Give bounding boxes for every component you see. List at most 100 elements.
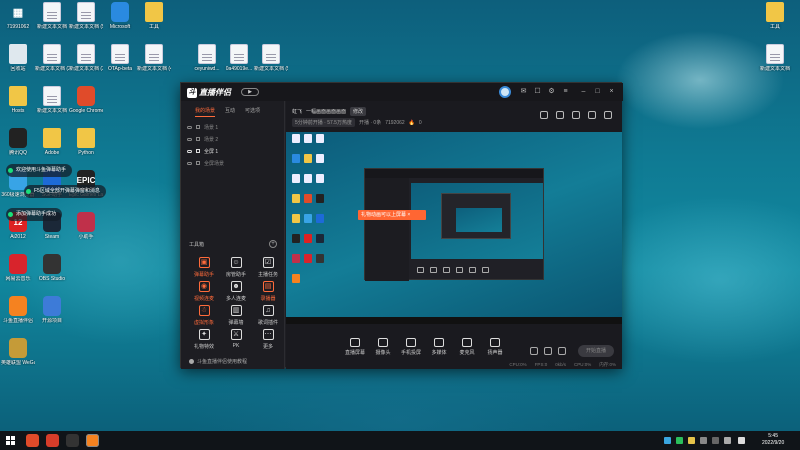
edit-title-button[interactable]: 修改	[350, 107, 367, 116]
desktop-icon[interactable]: 0a49019e...	[222, 44, 256, 72]
skin-icon[interactable]: ☐	[533, 87, 542, 96]
tab-options[interactable]: 可选项	[245, 107, 260, 117]
control-5[interactable]: 麦克风	[456, 338, 478, 356]
tool-10[interactable]: ✦ 礼物特效	[191, 329, 217, 350]
tutorial-link[interactable]: 斗鱼直播伴侣使用教程	[189, 358, 247, 365]
eye-icon[interactable]	[187, 149, 192, 153]
ime-icon[interactable]	[738, 437, 745, 444]
scene-item[interactable]: 全屏场景	[187, 159, 279, 167]
maximize-button[interactable]: □	[593, 87, 602, 96]
scene-item[interactable]: 场景 1	[187, 123, 279, 131]
message-icon[interactable]: ✉	[519, 87, 528, 96]
share-icon[interactable]	[604, 111, 612, 119]
desktop-icon[interactable]: 新建文本文档 (5)	[254, 44, 288, 72]
tool-4[interactable]: ◉ 视频连麦	[191, 281, 217, 302]
gift-animation-popup[interactable]: 礼物动画可以上屏幕 ×	[358, 210, 426, 220]
avatar[interactable]	[499, 86, 511, 98]
desktop-icon[interactable]: 新建文本文档 (2)	[35, 44, 69, 72]
desktop-icon[interactable]: OBS Studio	[35, 254, 69, 282]
volume-icon[interactable]	[724, 437, 731, 444]
notification-toast[interactable]: 添加弹幕助手成功	[6, 208, 63, 221]
control-4[interactable]: 多媒体	[428, 338, 450, 356]
lock-icon[interactable]	[196, 125, 200, 129]
gear-icon[interactable]	[558, 347, 566, 355]
start-live-button[interactable]: 开始直播	[578, 345, 614, 357]
desktop-icon[interactable]: ceyuniwd...	[190, 44, 224, 72]
record-icon[interactable]	[530, 347, 538, 355]
calendar-icon[interactable]	[556, 111, 564, 119]
lock-icon[interactable]	[196, 137, 200, 141]
taskbar-app-douyu-orange[interactable]	[86, 434, 99, 447]
taskbar-app-douyu-red[interactable]	[46, 434, 59, 447]
bell-icon[interactable]	[588, 111, 596, 119]
scene-item[interactable]: 全屏 1	[187, 147, 279, 155]
tool-6[interactable]: ▤ 录播器	[255, 281, 281, 302]
desktop-icon[interactable]: 新建文本文档	[35, 2, 69, 30]
lock-icon[interactable]	[196, 149, 200, 153]
tab-interact[interactable]: 互动	[225, 107, 235, 117]
tool-2[interactable]: ☺ 房管助手	[223, 257, 249, 278]
tab-scenes[interactable]: 我的场景	[195, 107, 216, 117]
desktop-icon[interactable]: 工具	[137, 2, 171, 30]
tool-7[interactable]: ☃ 虚拟形象	[191, 305, 217, 326]
taskbar-app-chrome[interactable]	[26, 434, 39, 447]
tool-12[interactable]: ⋯ 更多	[255, 329, 281, 350]
desktop-icon[interactable]: Google Chrome	[69, 86, 103, 114]
tool-11[interactable]: ⚔ PK	[223, 329, 249, 349]
desktop-icon[interactable]: Microsoft	[103, 2, 137, 30]
shield-icon[interactable]	[572, 111, 580, 119]
wifi-icon[interactable]	[712, 437, 719, 444]
control-2[interactable]: 摄像头	[372, 338, 394, 356]
desktop-icon[interactable]: 腾讯QQ	[1, 128, 35, 156]
desktop-icon[interactable]: 开源项目	[35, 296, 69, 324]
stream-preview[interactable]: 礼物动画可以上屏幕 ×	[286, 132, 622, 324]
desktop-icon[interactable]: 网易云音乐	[1, 254, 35, 282]
desktop-icon[interactable]: 新建文本文档 (3)	[69, 44, 103, 72]
tool-9[interactable]: ♫ 歌词插件	[255, 305, 281, 326]
desktop-icon[interactable]: ▦ 71991062	[1, 2, 35, 31]
taskbar-app-douyu-dark[interactable]	[66, 434, 79, 447]
notification-toast[interactable]: F5区域全部开弹幕弹窗和消息	[24, 185, 106, 198]
desktop-icon[interactable]: 新建文本文档	[35, 86, 69, 114]
desktop-icon[interactable]: Adobe	[35, 128, 69, 156]
scene-item[interactable]: 场景 2	[187, 135, 279, 143]
desktop-icon[interactable]: Python	[69, 128, 103, 156]
tray-icon[interactable]	[688, 437, 695, 444]
mobile-icon[interactable]	[544, 347, 552, 355]
control-1[interactable]: 直播屏幕	[344, 338, 366, 356]
clock[interactable]: 5:45 2022/9/20	[762, 433, 784, 447]
tray-icon[interactable]	[700, 437, 707, 444]
lock-icon[interactable]	[196, 161, 200, 165]
control-6[interactable]: 扬声器	[484, 338, 506, 356]
tray-icon[interactable]	[676, 437, 683, 444]
settings-icon[interactable]: ⚙	[547, 87, 556, 96]
toolbox-add-button[interactable]: +	[269, 240, 277, 248]
desktop-icon[interactable]: 新建文本文档	[758, 44, 792, 72]
eye-icon[interactable]	[187, 125, 192, 129]
desktop-icon[interactable]: 回收站	[1, 44, 35, 72]
desktop-icon[interactable]: 新建文本文档 (5)	[69, 2, 103, 30]
gift-icon[interactable]	[540, 111, 548, 119]
desktop-icon[interactable]: 小助手	[69, 212, 103, 240]
room-title[interactable]: 一幅画面画面画面	[306, 108, 346, 115]
tray-icon[interactable]	[664, 437, 671, 444]
tool-1[interactable]: ▣ 弹幕助手	[191, 257, 217, 278]
minimize-button[interactable]: –	[579, 87, 588, 96]
close-button[interactable]: ×	[607, 87, 616, 96]
control-3[interactable]: 手机投屏	[400, 338, 422, 356]
eye-icon[interactable]	[187, 161, 192, 165]
desktop-icon[interactable]: OTAp-beta	[103, 44, 137, 72]
eye-icon[interactable]	[187, 137, 192, 141]
windows-start-icon[interactable]	[6, 436, 15, 445]
tool-8[interactable]: ▥ 弹幕墙	[223, 305, 249, 326]
desktop-icon[interactable]: 斗鱼直播伴侣	[1, 296, 35, 324]
play-toggle-button[interactable]: ▶	[241, 88, 259, 96]
desktop-icon[interactable]: 工具	[758, 2, 792, 30]
notification-toast[interactable]: 欢迎使用斗鱼弹幕助手	[6, 164, 73, 177]
tool-3[interactable]: ☑ 主播任务	[255, 257, 281, 278]
desktop-icon[interactable]: 新建文本文档 (4)	[137, 44, 171, 72]
menu-icon[interactable]: ≡	[561, 87, 570, 96]
desktop-icon[interactable]: 英雄联盟 WeGame版	[1, 338, 35, 366]
desktop-icon[interactable]: Hosts	[1, 86, 35, 114]
tool-5[interactable]: ☻ 多人连麦	[223, 281, 249, 302]
